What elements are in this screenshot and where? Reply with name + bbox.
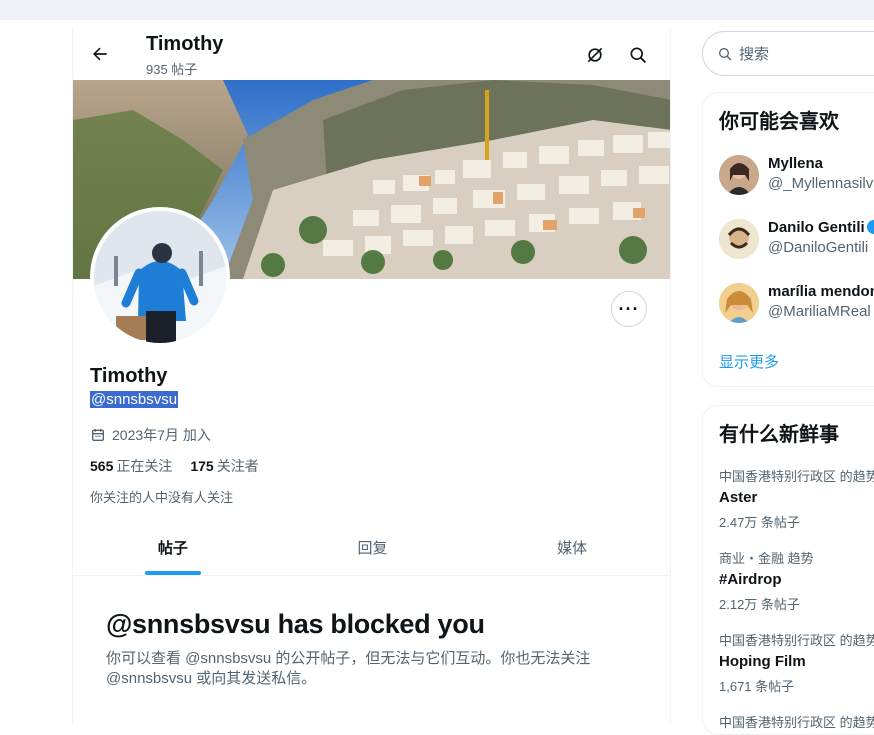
tab-posts[interactable]: 帖子 (73, 520, 273, 575)
suggested-user-name: Myllena (768, 155, 824, 172)
suggested-user-name: Danilo Gentili (768, 219, 874, 236)
arrow-left-icon (93, 47, 107, 61)
followers-label: 关注者 (216, 458, 259, 474)
tab-posts-label: 帖子 (157, 540, 188, 557)
joined-text: 2023年7月 加入 (112, 427, 211, 443)
followers-link[interactable]: 175 关注者 (190, 456, 258, 476)
profile-avatar[interactable] (90, 207, 230, 347)
active-tab-indicator (144, 571, 201, 575)
back-button[interactable] (87, 41, 113, 67)
trend-context: 中国香港特别行政区 的趋势 (719, 715, 874, 730)
show-more-link[interactable]: 显示更多 (719, 351, 779, 372)
trend-context: 中国香港特别行政区 的趋势 (719, 469, 874, 484)
blocked-body: 你可以查看 @snnsbsvsu 的公开帖子，但无法与它们互动。你也无法关注 @… (106, 650, 591, 687)
suggested-user-handle: @DaniloGentili (768, 239, 869, 256)
search-box[interactable]: 搜索 (702, 31, 874, 76)
profile-handle: @snnsbsvsu (90, 391, 179, 408)
following-count: 565 (90, 458, 114, 474)
suggested-user-name: marília mendonça (768, 283, 874, 300)
who-to-follow-card: 你可能会喜欢 Myllena @_Myllennasilva Danilo Ge… (702, 92, 874, 387)
calendar-icon (92, 429, 104, 441)
profile-name: Timothy (90, 365, 168, 387)
avatar (719, 155, 759, 195)
search-button[interactable] (625, 42, 651, 68)
trend-item[interactable]: 中国香港特别行政区 的趋势 (719, 712, 874, 731)
profile-column: Timothy 935 帖子 ··· Timothy @snnsbsvsu 20… (72, 27, 671, 725)
profile-tabs: 帖子 回复 媒体 (73, 520, 670, 576)
trend-topic: Aster (719, 489, 758, 506)
search-placeholder: 搜索 (739, 46, 770, 63)
tab-replies[interactable]: 回复 (273, 520, 473, 575)
suggested-user[interactable]: marília mendonça @MariliaMReal (719, 283, 874, 333)
suggested-user[interactable]: Myllena @_Myllennasilva (719, 155, 874, 205)
search-icon (719, 47, 732, 61)
tab-media[interactable]: 媒体 (472, 520, 670, 575)
search-icon (630, 47, 647, 64)
follow-stats: 565 正在关注 175 关注者 (90, 456, 259, 476)
suggested-user-handle: @MariliaMReal (768, 303, 871, 320)
left-gutter (0, 20, 72, 725)
tab-media-label: 媒体 (557, 540, 588, 557)
tab-replies-label: 回复 (357, 540, 388, 557)
trend-count: 1,671 条帖子 (719, 679, 795, 694)
suggested-user-handle: @_Myllennasilva (768, 175, 874, 192)
followers-count: 175 (190, 458, 214, 474)
browser-top-strip (0, 0, 874, 20)
profile-header-bar: Timothy 935 帖子 (73, 27, 670, 80)
trend-item[interactable]: 中国香港特别行政区 的趋势 Aster 2.47万 条帖子 (719, 466, 874, 531)
trend-count: 2.47万 条帖子 (719, 515, 800, 530)
trends-title: 有什么新鲜事 (719, 424, 839, 446)
more-options-button[interactable]: ··· (611, 291, 647, 327)
who-to-follow-title: 你可能会喜欢 (719, 111, 839, 133)
following-label: 正在关注 (116, 458, 173, 474)
trend-count: 2.12万 条帖子 (719, 597, 800, 612)
trend-topic: #Airdrop (719, 571, 782, 588)
avatar (719, 219, 759, 259)
trend-item[interactable]: 中国香港特别行政区 的趋势 Hoping Film 1,671 条帖子 (719, 630, 874, 695)
blocked-title: @snnsbsvsu has blocked you (106, 609, 485, 639)
mutuals-note: 你关注的人中没有人关注 (90, 490, 234, 505)
trend-context: 中国香港特别行政区 的趋势 (719, 633, 874, 648)
trends-card: 有什么新鲜事 中国香港特别行政区 的趋势 Aster 2.47万 条帖子 商业・… (702, 405, 874, 735)
suggested-user[interactable]: Danilo Gentili @DaniloGentili (719, 219, 874, 269)
header-post-count: 935 帖子 (146, 62, 198, 77)
avatar (719, 283, 759, 323)
grok-button[interactable] (582, 42, 608, 68)
joined-date: 2023年7月 加入 (90, 425, 211, 445)
header-title: Timothy (146, 33, 224, 55)
trend-item[interactable]: 商业・金融 趋势 #Airdrop 2.12万 条帖子 (719, 548, 874, 613)
following-link[interactable]: 565 正在关注 (90, 456, 172, 476)
verified-badge-icon (866, 220, 874, 234)
trend-context: 商业・金融 趋势 (719, 551, 814, 566)
trend-topic: Hoping Film (719, 653, 806, 670)
more-dots-icon: ··· (618, 298, 640, 319)
grok-icon (587, 47, 603, 63)
